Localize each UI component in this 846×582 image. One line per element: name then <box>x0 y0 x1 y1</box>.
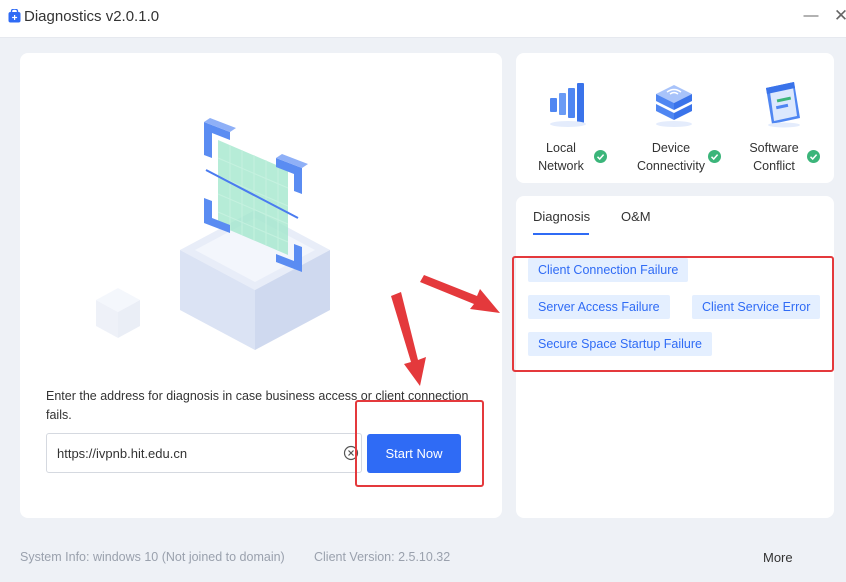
software-window-icon <box>766 82 800 128</box>
check-ok-icon <box>807 150 820 163</box>
signal-bars-icon <box>550 83 586 127</box>
active-tab-indicator <box>533 233 589 235</box>
client-version: Client Version: 2.5.10.32 <box>314 550 451 564</box>
system-info: System Info: windows 10 (Not joined to d… <box>20 550 285 564</box>
close-button[interactable]: ✕ <box>829 5 846 27</box>
diagnosis-illustration <box>96 118 330 350</box>
annotation-box-start <box>355 400 484 487</box>
window-title: Diagnostics v2.0.1.0 <box>24 8 160 25</box>
app-icon <box>8 9 21 23</box>
title-bar: Diagnostics v2.0.1.0 — ✕ <box>0 0 846 38</box>
wifi-server-icon <box>656 85 692 127</box>
status-device-connectivity-label: Device Connectivity <box>636 141 706 173</box>
check-ok-icon <box>708 150 721 163</box>
address-input[interactable] <box>57 443 332 463</box>
tab-diagnosis[interactable]: Diagnosis <box>533 209 590 224</box>
address-field <box>46 433 362 473</box>
tab-om[interactable]: O&M <box>621 209 651 224</box>
annotation-box-chips <box>512 256 834 372</box>
more-button[interactable]: More <box>763 550 793 565</box>
status-local-network-label: Local Network <box>538 141 584 173</box>
status-software-conflict-label: Software Conflict <box>749 141 799 173</box>
minimize-button[interactable]: — <box>799 5 823 27</box>
check-ok-icon <box>594 150 607 163</box>
